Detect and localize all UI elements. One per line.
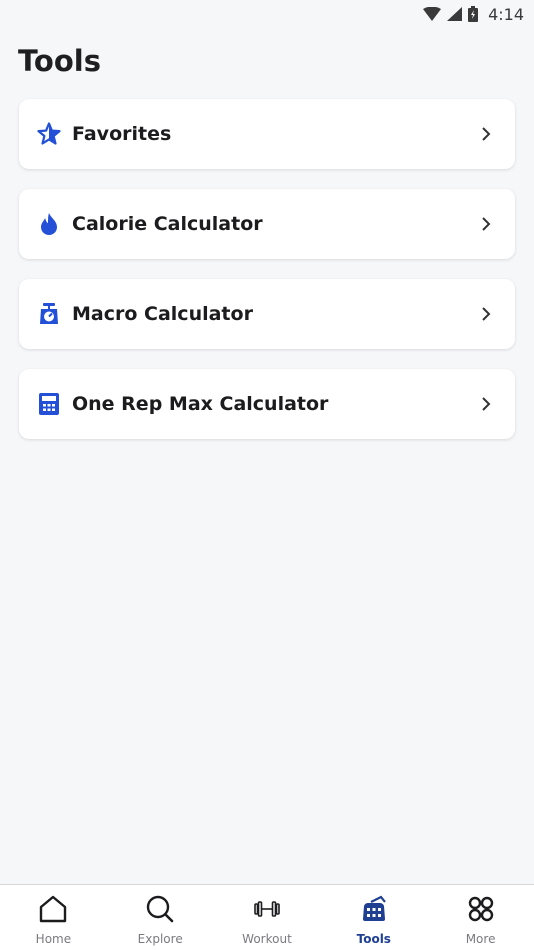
battery-icon: [468, 6, 479, 22]
nav-label: Workout: [242, 932, 292, 946]
chevron-right-icon: [481, 306, 493, 322]
nav-item-home[interactable]: Home: [13, 893, 93, 946]
search-icon: [144, 893, 176, 925]
tool-item-macro-calculator[interactable]: Macro Calculator: [19, 279, 515, 349]
home-icon: [37, 893, 69, 925]
page-title: Tools: [18, 44, 101, 78]
signal-icon: [447, 7, 463, 21]
wifi-icon: [423, 7, 442, 21]
scale-icon: [37, 302, 61, 326]
nav-item-tools[interactable]: Tools: [334, 893, 414, 946]
nav-item-explore[interactable]: Explore: [120, 893, 200, 946]
tool-item-label: Calorie Calculator: [72, 213, 263, 235]
calculator-icon: [37, 392, 61, 416]
tools-icon: [358, 893, 390, 925]
grid-icon: [465, 893, 497, 925]
nav-item-workout[interactable]: Workout: [227, 893, 307, 946]
nav-label: Home: [35, 932, 72, 946]
chevron-right-icon: [481, 216, 493, 232]
flame-icon: [37, 212, 61, 236]
tool-item-calorie-calculator[interactable]: Calorie Calculator: [19, 189, 515, 259]
nav-label: Explore: [137, 932, 183, 946]
nav-label: Tools: [356, 932, 391, 946]
nav-label: More: [465, 932, 496, 946]
dumbbell-icon: [251, 893, 283, 925]
chevron-right-icon: [481, 396, 493, 412]
tool-item-label: Favorites: [72, 123, 172, 145]
tool-list: Favorites Calorie Calculator Macro Calcu…: [19, 99, 515, 459]
status-bar: 4:14: [0, 0, 534, 28]
tool-item-label: Macro Calculator: [72, 303, 253, 325]
chevron-right-icon: [481, 126, 493, 142]
tool-item-one-rep-max-calculator[interactable]: One Rep Max Calculator: [19, 369, 515, 439]
bottom-nav: Home Explore Workout Tools More: [0, 884, 534, 950]
tool-item-label: One Rep Max Calculator: [72, 393, 329, 415]
nav-item-more[interactable]: More: [441, 893, 521, 946]
tool-item-favorites[interactable]: Favorites: [19, 99, 515, 169]
status-time: 4:14: [488, 4, 524, 24]
star-icon: [37, 122, 61, 146]
